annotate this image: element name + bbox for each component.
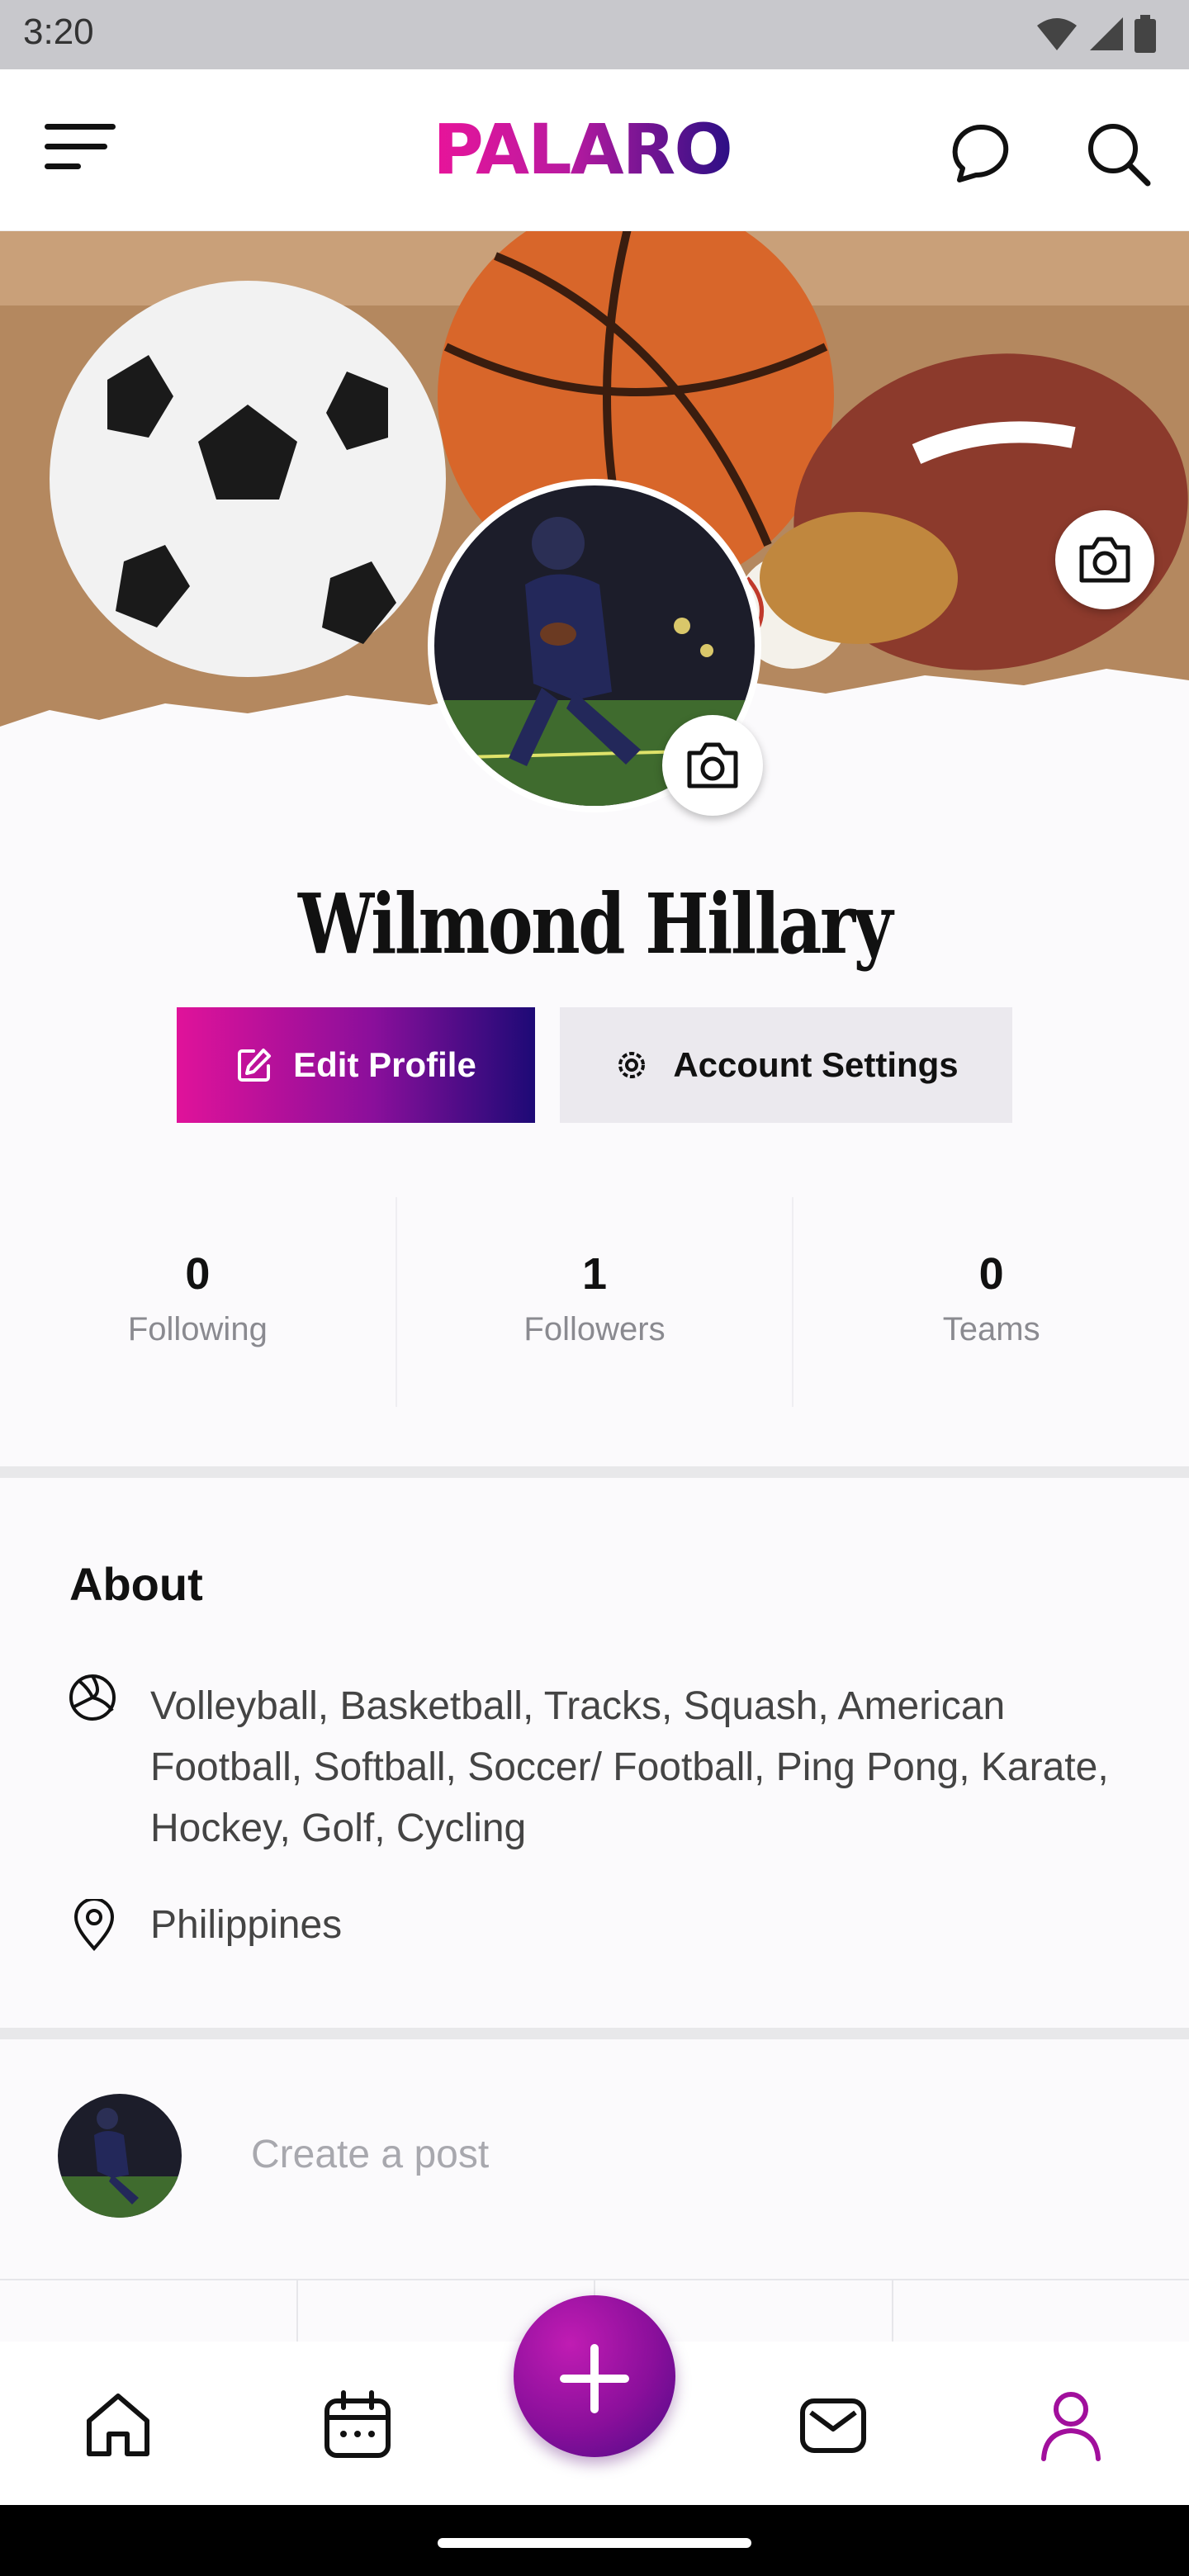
edit-icon [238,1049,272,1082]
account-settings-label: Account Settings [673,1045,959,1084]
edit-profile-label: Edit Profile [293,1045,476,1084]
logo[interactable]: PALARO [409,104,756,195]
about-location: Philippines [150,1903,343,1947]
profile-stats: 0 Following 1 Followers 0 Teams [0,1197,1189,1407]
gesture-bar[interactable] [438,2538,751,2548]
status-time: 3:20 [23,12,94,52]
stat-followers[interactable]: 1 Followers [395,1197,793,1407]
stat-label: Following [127,1311,268,1347]
status-bar: 3:20 [0,0,1189,69]
create-post-input[interactable]: Create a post [251,2132,489,2177]
stat-value: 0 [978,1249,1004,1299]
chat-icon[interactable] [948,121,1014,187]
section-divider [0,1466,1189,1478]
create-button[interactable] [514,2295,675,2457]
post-tab[interactable] [891,2280,1189,2346]
camera-icon [1079,537,1130,583]
search-icon[interactable] [1083,119,1153,188]
about-sports: Volleyball, Basketball, Tracks, Squash, … [150,1684,1109,1850]
system-nav-area [0,2505,1189,2576]
camera-icon [687,742,738,788]
status-icons [1035,15,1156,53]
calendar-icon[interactable] [320,2388,395,2462]
location-pin-icon [73,1899,115,1952]
stat-value: 0 [185,1249,211,1299]
about-section: About Volleyball, Basketball, Tracks, Sq… [0,1478,1189,2028]
home-icon[interactable] [81,2388,155,2462]
signal-icon [1090,17,1123,50]
stat-label: Teams [942,1311,1040,1347]
gear-icon [618,1052,646,1078]
composer-avatar[interactable] [58,2094,182,2218]
profile-icon[interactable] [1034,2388,1108,2462]
stat-label: Followers [523,1311,666,1347]
stat-teams[interactable]: 0 Teams [792,1197,1189,1407]
app-header: PALARO [0,69,1189,231]
mail-icon[interactable] [796,2388,870,2462]
stat-following[interactable]: 0 Following [0,1197,396,1407]
edit-profile-button[interactable]: Edit Profile [177,1007,535,1123]
plus-icon [560,2344,629,2413]
post-tab[interactable] [0,2280,296,2346]
menu-icon[interactable] [45,124,119,182]
cover-camera-button[interactable] [1055,510,1154,609]
volleyball-icon [69,1674,116,1721]
about-title: About [69,1558,203,1610]
account-settings-button[interactable]: Account Settings [560,1007,1012,1123]
wifi-icon [1037,18,1077,50]
post-composer: Create a post [0,2039,1189,2279]
profile-name: Wilmond Hillary [298,875,893,973]
logo-text: PALARO [433,109,732,190]
avatar-photo [58,2094,182,2218]
avatar-camera-button[interactable] [662,715,763,816]
stat-value: 1 [581,1249,608,1299]
section-divider [0,2028,1189,2039]
battery-icon [1135,15,1156,53]
